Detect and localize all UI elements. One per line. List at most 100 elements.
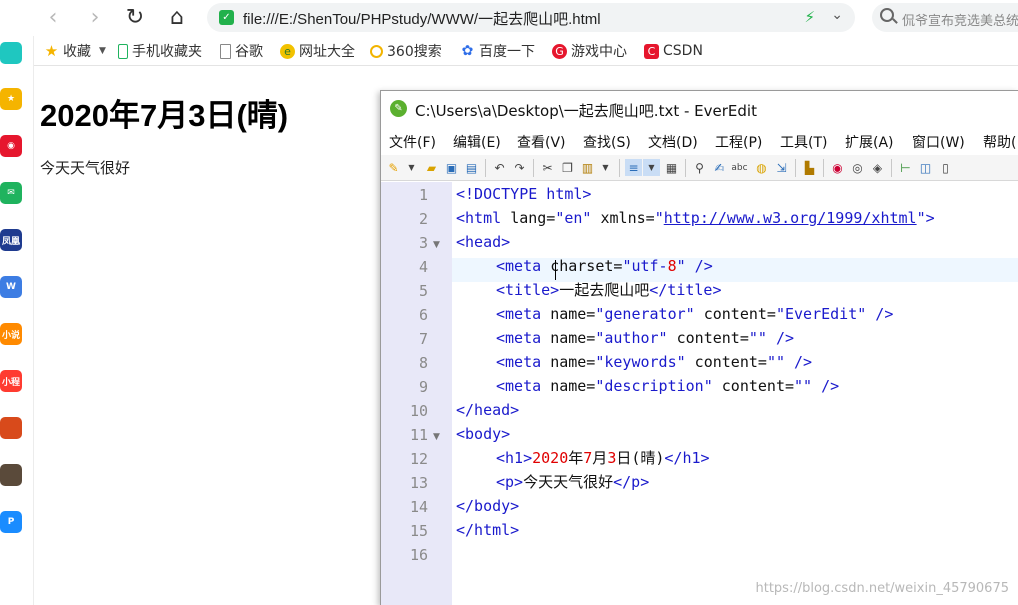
program-app-icon[interactable]: 小程 xyxy=(0,370,22,392)
line-number: 12 xyxy=(409,450,428,468)
lightning-icon[interactable]: ⚡ xyxy=(804,8,815,26)
doc-app-icon[interactable]: W xyxy=(0,276,22,298)
goto-icon[interactable]: ⇲ xyxy=(773,159,790,176)
watermark: https://blog.csdn.net/weixin_45790675 xyxy=(755,581,1009,596)
wrap-dropdown-icon[interactable]: ▼ xyxy=(643,159,660,176)
line-number-gutter: 1 2 3 ▼ 4 5 6 7 8 9 10 11 ▼ 12 13 14 15 … xyxy=(381,182,452,605)
bookmark-google[interactable]: 谷歌 xyxy=(220,41,263,61)
bookmark-baidu[interactable]: ✿ 百度一下 xyxy=(460,41,535,61)
word-wrap-icon[interactable]: ≡ xyxy=(625,159,642,176)
bookmark-favorites[interactable]: ★ 收藏 ▼ xyxy=(44,41,106,61)
menu-project[interactable]: 工程(P) xyxy=(715,132,762,152)
bookmark-directory[interactable]: e 网址大全 xyxy=(280,41,355,61)
paste-dropdown-icon[interactable]: ▼ xyxy=(597,159,614,176)
line-number: 14 xyxy=(409,498,428,516)
menu-file[interactable]: 文件(F) xyxy=(389,132,436,152)
code-line: <head> xyxy=(456,233,511,251)
news-app-icon[interactable]: 凤凰 xyxy=(0,229,22,251)
code-editor[interactable]: <!DOCTYPE html> <html lang="en" xmlns="h… xyxy=(452,182,1018,605)
browser-toolbar: ‹ › ↻ ⌂ ✓ file:///E:/ShenTou/PHPstudy/WW… xyxy=(0,0,1018,36)
fold-arrow-icon[interactable]: ▼ xyxy=(433,432,440,442)
open-folder-icon[interactable]: ▰ xyxy=(423,159,440,176)
code-line: <html lang="en" xmlns="http://www.w3.org… xyxy=(456,209,935,227)
menu-document[interactable]: 文档(D) xyxy=(648,132,698,152)
menu-window[interactable]: 窗口(W) xyxy=(912,132,965,152)
toolbar-separator xyxy=(685,159,686,177)
code-line: <meta name="generator" content="EverEdit… xyxy=(496,305,894,323)
forward-icon: › xyxy=(90,5,100,30)
toolbar-separator xyxy=(795,159,796,177)
phone-icon xyxy=(118,43,128,59)
menu-help[interactable]: 帮助( xyxy=(983,132,1016,152)
cut-icon[interactable]: ✂ xyxy=(539,159,556,176)
split-view-icon[interactable]: ◫ xyxy=(917,159,934,176)
mail-app-icon[interactable]: ✉ xyxy=(0,182,22,204)
line-number: 1 xyxy=(418,186,428,204)
line-number: 4 xyxy=(418,258,428,276)
search-input[interactable]: 侃爷宣布竞选美总统 xyxy=(902,10,1018,29)
plus-app-icon[interactable] xyxy=(0,42,22,64)
menu-edit[interactable]: 编辑(E) xyxy=(453,132,501,152)
panel-icon[interactable]: ▯ xyxy=(937,159,954,176)
bookmark-csdn[interactable]: C CSDN xyxy=(644,41,703,61)
new-file-icon[interactable]: ✎ xyxy=(385,159,402,176)
novel-app-icon[interactable]: 小说 xyxy=(0,323,22,345)
find-icon[interactable]: ⚲ xyxy=(691,159,708,176)
forward-button[interactable]: › xyxy=(82,5,108,31)
url-text[interactable]: file:///E:/ShenTou/PHPstudy/WWW/一起去爬山吧.h… xyxy=(243,8,601,29)
bookmark-games[interactable]: G 游戏中心 xyxy=(552,41,627,61)
outline-icon[interactable]: ⊢ xyxy=(897,159,914,176)
back-button[interactable]: ‹ xyxy=(40,5,66,31)
reload-button[interactable]: ↻ xyxy=(122,5,148,31)
address-bar[interactable]: ✓ file:///E:/ShenTou/PHPstudy/WWW/一起去爬山吧… xyxy=(207,3,855,32)
weibo-app-icon[interactable]: ◉ xyxy=(0,135,22,157)
search-box[interactable]: 侃爷宣布竞选美总统 xyxy=(872,3,1018,32)
favorites-app-icon[interactable]: ★ xyxy=(0,88,22,110)
menu-tools[interactable]: 工具(T) xyxy=(780,132,827,152)
paste-icon[interactable]: ▥ xyxy=(579,159,596,176)
new-dropdown-icon[interactable]: ▼ xyxy=(403,159,420,176)
rendered-page: 2020年7月3日(晴) 今天天气很好 xyxy=(40,90,288,178)
undo-icon[interactable]: ↶ xyxy=(491,159,508,176)
search-icon xyxy=(880,8,894,22)
save-icon[interactable]: ▣ xyxy=(443,159,460,176)
temple-app-icon[interactable] xyxy=(0,464,22,486)
spell-check-icon[interactable]: abc xyxy=(731,159,748,176)
line-number: 3 xyxy=(418,234,428,252)
game-app-icon[interactable] xyxy=(0,417,22,439)
code-line: <meta name="description" content="" /> xyxy=(496,377,840,395)
menu-view[interactable]: 查看(V) xyxy=(517,132,566,152)
home-icon: ⌂ xyxy=(170,5,184,30)
p-app-icon[interactable]: P xyxy=(0,511,22,533)
column-mode-icon[interactable]: ▦ xyxy=(663,159,680,176)
replace-icon[interactable]: ✍ xyxy=(711,159,728,176)
editor-titlebar[interactable]: ✎ C:\Users\a\Desktop\一起去爬山吧.txt - EverEd… xyxy=(381,91,1018,127)
page-heading: 2020年7月3日(晴) xyxy=(40,98,289,133)
back-icon: ‹ xyxy=(48,5,58,30)
home-button[interactable]: ⌂ xyxy=(164,5,190,31)
macro-icon[interactable]: ▙ xyxy=(801,159,818,176)
save-all-icon[interactable]: ▤ xyxy=(463,159,480,176)
line-number: 16 xyxy=(409,546,428,564)
xmlns-link[interactable]: http://www.w3.org/1999/xhtml xyxy=(664,209,917,227)
play-macro-icon[interactable]: ◎ xyxy=(849,159,866,176)
code-line: </body> xyxy=(456,497,520,515)
run-macro-icon[interactable]: ◈ xyxy=(869,159,886,176)
secure-shield-icon: ✓ xyxy=(219,10,234,25)
everedit-logo-icon: ✎ xyxy=(390,100,407,117)
record-macro-icon[interactable]: ◉ xyxy=(829,159,846,176)
bookmark-360search[interactable]: 360搜索 xyxy=(370,41,442,61)
fold-arrow-icon[interactable]: ▼ xyxy=(433,240,440,250)
redo-icon[interactable]: ↷ xyxy=(511,159,528,176)
menu-extend[interactable]: 扩展(A) xyxy=(845,132,894,152)
editor-window: ✎ C:\Users\a\Desktop\一起去爬山吧.txt - EverEd… xyxy=(380,90,1018,605)
copy-icon[interactable]: ❐ xyxy=(559,159,576,176)
dropdown-arrow-icon[interactable]: ▼ xyxy=(99,46,106,56)
chevron-down-icon[interactable]: ⌄ xyxy=(831,7,843,23)
bookmark-mobile[interactable]: 手机收藏夹 xyxy=(118,41,202,61)
code-line: <meta name="author" content="" /> xyxy=(496,329,795,347)
find-in-files-icon[interactable]: ◍ xyxy=(753,159,770,176)
menu-find[interactable]: 查找(S) xyxy=(583,132,631,152)
bookmark-label: 谷歌 xyxy=(235,44,263,60)
code-line: </html> xyxy=(456,521,520,539)
